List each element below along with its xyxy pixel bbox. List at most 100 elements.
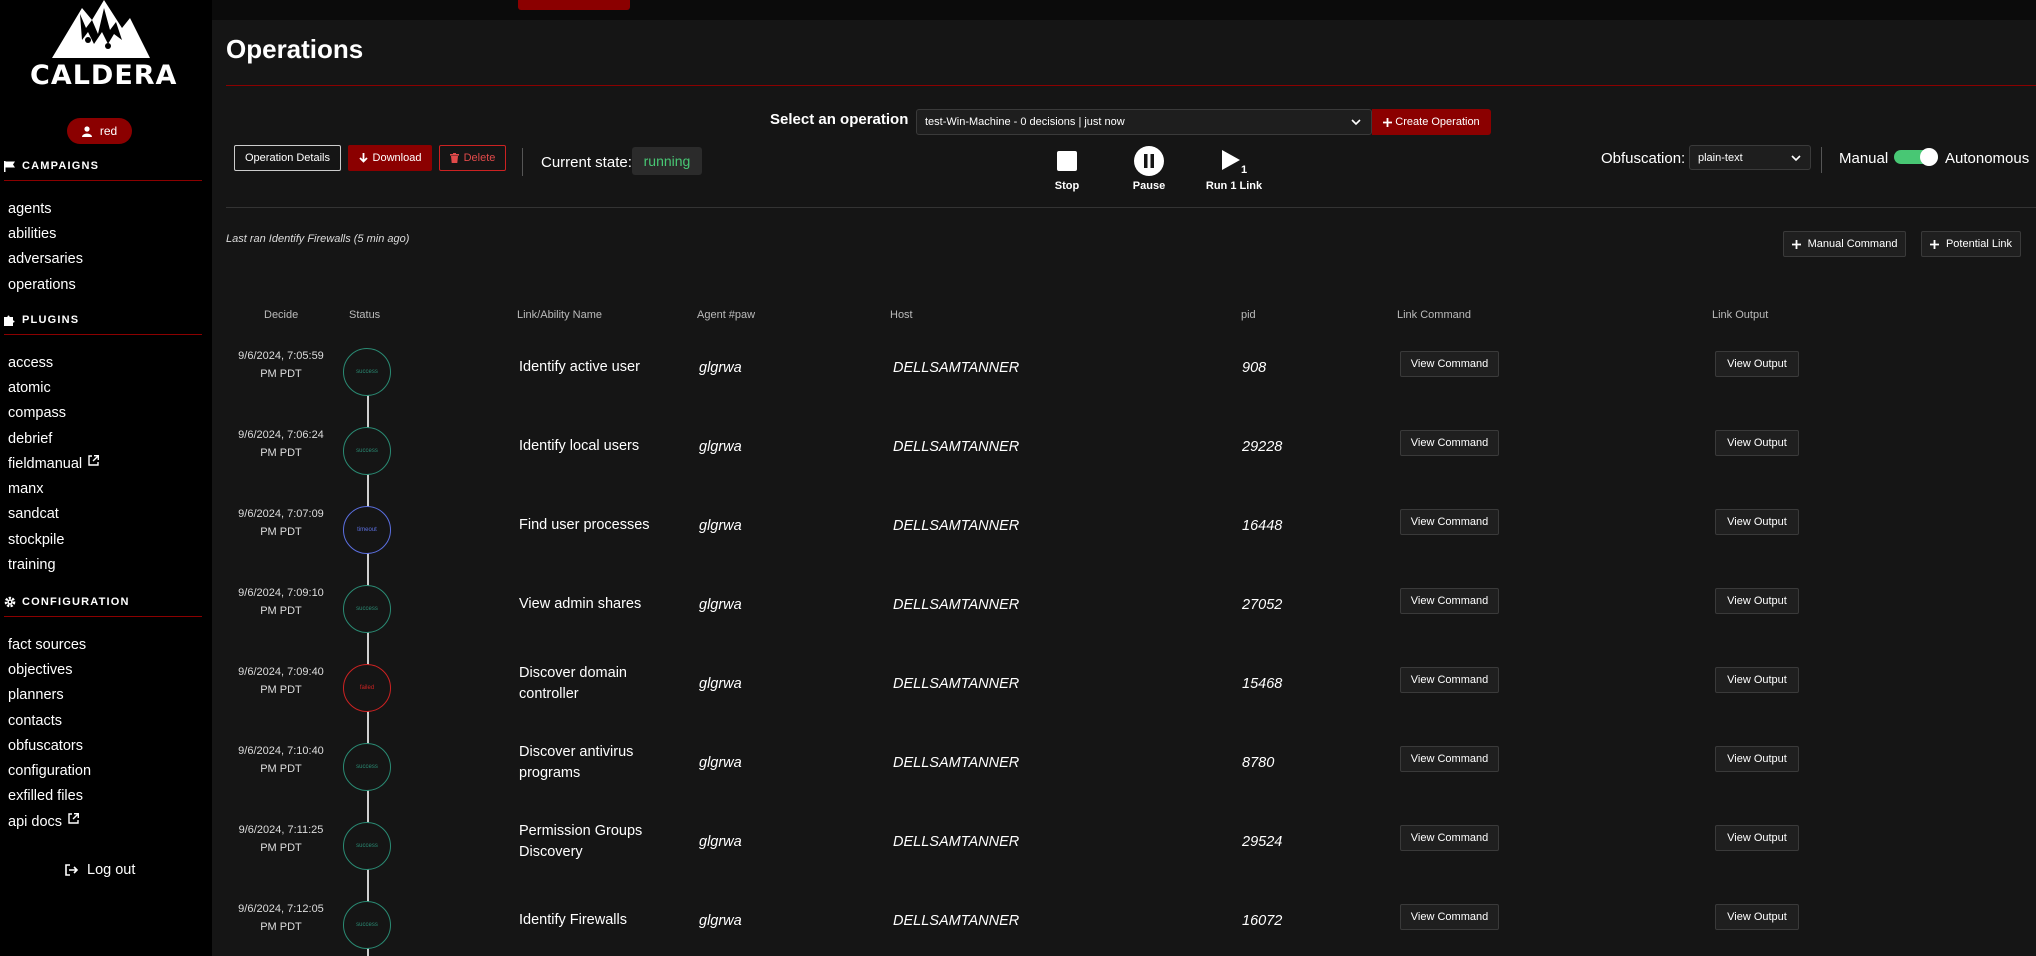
nav-item-adversaries[interactable]: adversaries	[8, 247, 83, 272]
pid-value: 27052	[1242, 596, 1283, 613]
nav-item-operations[interactable]: operations	[8, 272, 83, 297]
view-command-button[interactable]: View Command	[1400, 904, 1499, 930]
column-header-paw: Agent #paw	[697, 309, 756, 321]
sidebar: CALDERA red CAMPAIGNS agents abilities a…	[0, 0, 212, 956]
chevron-down-icon	[1791, 155, 1801, 162]
table-row: 9/6/2024, 7:10:40 PM PDT success Discover…	[226, 723, 2036, 802]
decide-timestamp: 9/6/2024, 7:05:59 PM PDT	[226, 347, 336, 383]
nav-label: manx	[8, 481, 44, 498]
nav-item-objectives[interactable]: objectives	[8, 657, 91, 682]
pid-value: 8780	[1242, 754, 1275, 771]
top-nav-strip	[212, 0, 2036, 20]
status-circle[interactable]: success	[343, 585, 391, 633]
pid-value: 16072	[1242, 912, 1283, 929]
nav-item-fieldmanual[interactable]: fieldmanual	[8, 451, 100, 476]
download-button[interactable]: Download	[348, 145, 432, 171]
nav-label: adversaries	[8, 251, 83, 268]
active-top-tab[interactable]	[518, 0, 630, 10]
nav-item-configuration[interactable]: configuration	[8, 758, 91, 783]
chevron-down-icon	[1351, 119, 1361, 126]
plus-icon	[1383, 117, 1393, 127]
nav-label: compass	[8, 405, 67, 422]
potential-link-button[interactable]: Potential Link	[1921, 231, 2021, 257]
delete-button[interactable]: Delete	[439, 145, 506, 171]
nav-item-contacts[interactable]: contacts	[8, 708, 91, 733]
time-zone-line: PM PDT	[260, 763, 302, 775]
time-zone-line: PM PDT	[260, 842, 302, 854]
nav-item-debrief[interactable]: debrief	[8, 426, 99, 451]
pid-value: 908	[1242, 359, 1267, 376]
nav-label: fieldmanual	[8, 455, 83, 472]
sign-out-icon	[65, 864, 79, 876]
view-command-button[interactable]: View Command	[1400, 509, 1499, 535]
user-menu-button[interactable]: red	[67, 118, 132, 144]
nav-label: planners	[8, 687, 64, 704]
view-command-button[interactable]: View Command	[1400, 351, 1499, 377]
view-output-button[interactable]: View Output	[1715, 351, 1799, 377]
operation-details-label: Operation Details	[245, 152, 330, 164]
nav-item-sandcat[interactable]: sandcat	[8, 502, 99, 527]
status-circle[interactable]: success	[343, 901, 391, 949]
nav-item-fact-sources[interactable]: fact sources	[8, 632, 91, 657]
date-line: 9/6/2024, 7:10:40	[238, 745, 324, 757]
toolbar-divider	[1821, 147, 1822, 173]
operation-details-button[interactable]: Operation Details	[234, 145, 341, 171]
nav-item-stockpile[interactable]: stockpile	[8, 527, 99, 552]
stop-icon	[1057, 151, 1077, 171]
nav-item-manx[interactable]: manx	[8, 476, 99, 501]
status-circle[interactable]: failed	[343, 664, 391, 712]
view-output-button[interactable]: View Output	[1715, 430, 1799, 456]
pid-value: 16448	[1242, 517, 1283, 534]
status-circle[interactable]: success	[343, 743, 391, 791]
obfuscation-select[interactable]: plain-text	[1689, 145, 1811, 170]
status-circle[interactable]: success	[343, 822, 391, 870]
status-circle[interactable]: success	[343, 348, 391, 396]
column-header-decide: Decide	[264, 309, 299, 321]
operation-select[interactable]: test-Win-Machine - 0 decisions | just no…	[916, 109, 1372, 135]
view-output-button[interactable]: View Output	[1715, 746, 1799, 772]
nav-item-obfuscators[interactable]: obfuscators	[8, 733, 91, 758]
pause-button[interactable]: Pause	[1128, 146, 1170, 192]
pid-value: 29228	[1242, 438, 1283, 455]
view-output-button[interactable]: View Output	[1715, 509, 1799, 535]
run-one-link-button[interactable]: 1 Run 1 Link	[1200, 146, 1268, 192]
status-circle[interactable]: success	[343, 427, 391, 475]
nav-label: api docs	[8, 813, 63, 830]
nav-label: contacts	[8, 712, 62, 729]
create-operation-button[interactable]: Create Operation	[1372, 109, 1491, 135]
host-name: DELLSAMTANNER	[893, 596, 1020, 613]
nav-item-api-docs[interactable]: api docs	[8, 809, 91, 834]
view-command-button[interactable]: View Command	[1400, 430, 1499, 456]
manual-command-button[interactable]: Manual Command	[1783, 231, 1906, 257]
nav-item-planners[interactable]: planners	[8, 683, 91, 708]
view-command-button[interactable]: View Command	[1400, 667, 1499, 693]
user-icon	[81, 125, 92, 137]
nav-item-compass[interactable]: compass	[8, 401, 99, 426]
nav-item-agents[interactable]: agents	[8, 196, 83, 221]
nav-label: configuration	[8, 763, 92, 780]
table-row: 9/6/2024, 7:05:59 PM PDT success Identify…	[226, 328, 2036, 407]
stop-button[interactable]: Stop	[1047, 146, 1087, 192]
autonomous-toggle[interactable]	[1894, 148, 1938, 166]
puzzle-icon	[4, 315, 15, 326]
time-zone-line: PM PDT	[260, 368, 302, 380]
status-circle[interactable]: timeout	[343, 506, 391, 554]
table-row: 9/6/2024, 7:09:10 PM PDT success View adm…	[226, 565, 2036, 644]
column-header-output: Link Output	[1712, 309, 1769, 321]
view-output-button[interactable]: View Output	[1715, 667, 1799, 693]
logout-button[interactable]: Log out	[65, 862, 135, 878]
nav-item-exfilled-files[interactable]: exfilled files	[8, 784, 91, 809]
view-command-button[interactable]: View Command	[1400, 746, 1499, 772]
nav-item-access[interactable]: access	[8, 350, 99, 375]
view-output-button[interactable]: View Output	[1715, 588, 1799, 614]
view-command-button[interactable]: View Command	[1400, 825, 1499, 851]
ability-name: Discover domain controller	[519, 664, 627, 702]
nav-item-training[interactable]: training	[8, 552, 99, 577]
nav-item-abilities[interactable]: abilities	[8, 221, 83, 246]
view-output-button[interactable]: View Output	[1715, 904, 1799, 930]
obfuscation-label: Obfuscation:	[1601, 150, 1686, 167]
view-output-button[interactable]: View Output	[1715, 825, 1799, 851]
nav-item-atomic[interactable]: atomic	[8, 375, 99, 400]
agent-paw: glgrwa	[699, 912, 742, 929]
view-command-button[interactable]: View Command	[1400, 588, 1499, 614]
